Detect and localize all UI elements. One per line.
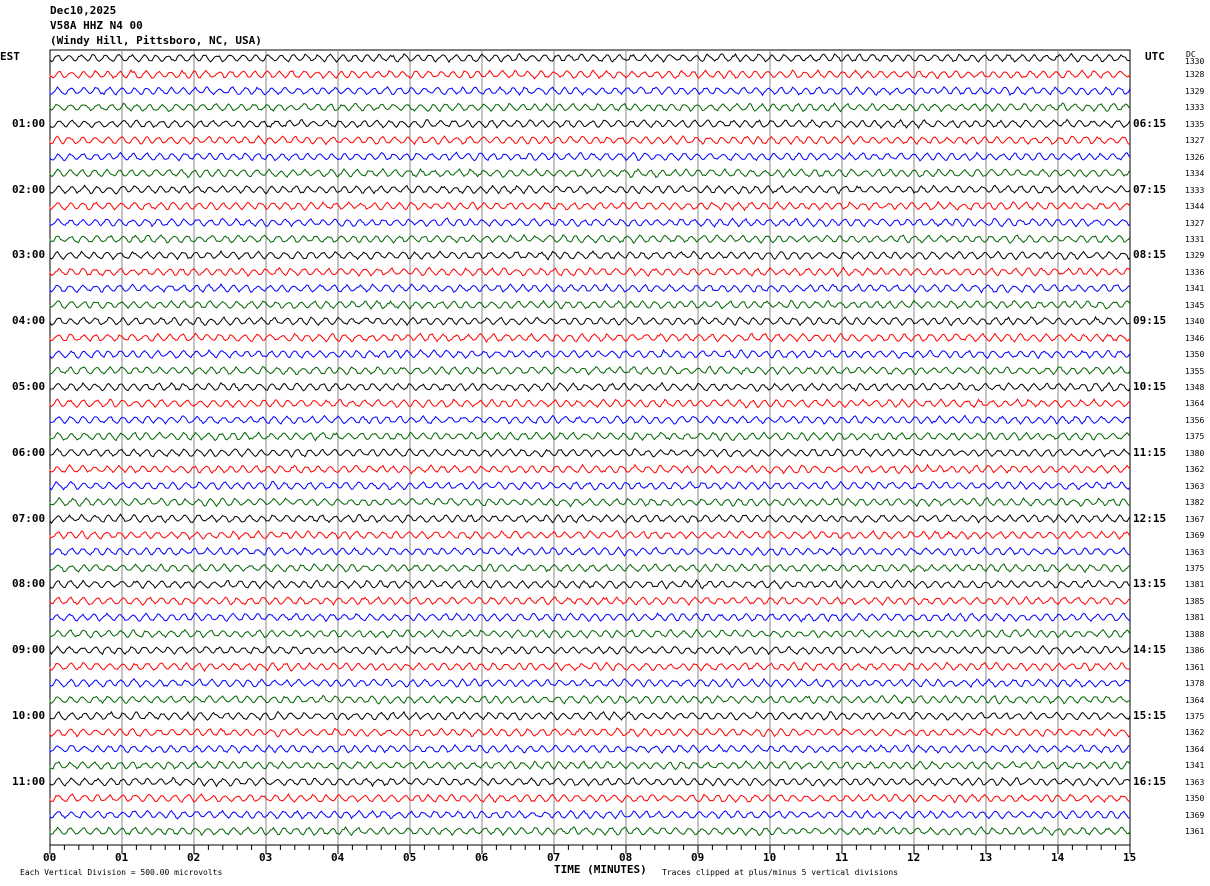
seismic-trace — [49, 381, 1131, 393]
seismic-trace — [49, 299, 1131, 310]
seismic-trace — [49, 69, 1131, 80]
seismic-trace — [49, 167, 1131, 179]
seismic-trace — [49, 283, 1131, 294]
seismic-trace — [49, 793, 1131, 804]
seismic-trace — [49, 151, 1131, 162]
seismic-trace — [49, 809, 1131, 820]
helicorder: Dec10,2025 V58A HHZ N4 00 (Windy Hill, P… — [0, 0, 1210, 886]
seismic-trace — [49, 365, 1131, 376]
seismogram-plot — [49, 49, 1131, 854]
seismic-trace — [49, 249, 1131, 261]
seismic-trace — [49, 760, 1131, 771]
seismic-trace — [49, 645, 1131, 656]
seismic-trace — [49, 348, 1131, 360]
seismic-trace — [49, 233, 1131, 245]
seismic-trace — [49, 447, 1131, 459]
seismic-trace — [49, 184, 1131, 195]
seismic-trace — [49, 200, 1131, 212]
seismic-trace — [49, 579, 1131, 590]
seismic-trace — [49, 496, 1131, 508]
seismic-trace — [49, 776, 1131, 788]
seismic-trace — [49, 529, 1131, 541]
plot-frame — [49, 49, 1131, 846]
seismic-trace — [49, 217, 1131, 228]
seismic-trace — [49, 52, 1131, 64]
seismic-trace — [49, 102, 1131, 113]
seismic-trace — [49, 431, 1131, 442]
seismic-trace — [49, 134, 1130, 146]
seismic-trace — [49, 266, 1131, 278]
seismic-trace — [49, 563, 1131, 574]
seismic-trace — [49, 315, 1131, 327]
clip-note: Traces clipped at plus/minus 5 vertical … — [662, 868, 899, 877]
seismic-trace — [49, 727, 1131, 738]
seismic-trace — [49, 546, 1131, 557]
seismic-trace — [49, 743, 1131, 754]
seismic-trace — [49, 826, 1131, 837]
seismic-trace — [49, 463, 1131, 475]
seismic-trace — [49, 118, 1131, 130]
seismic-trace — [49, 661, 1131, 672]
seismic-trace — [49, 677, 1131, 689]
seismic-trace — [49, 398, 1131, 409]
seismic-trace — [49, 710, 1131, 722]
seismic-trace — [49, 332, 1131, 344]
seismic-trace — [49, 612, 1131, 623]
x-axis-label: TIME (MINUTES) — [554, 863, 647, 876]
seismic-trace — [49, 480, 1131, 491]
seismic-trace — [49, 628, 1131, 639]
seismic-trace — [49, 414, 1131, 426]
seismic-trace — [49, 513, 1131, 524]
seismic-trace — [49, 595, 1131, 607]
seismic-trace — [49, 694, 1131, 705]
seismic-trace — [49, 85, 1131, 97]
scale-note: Each Vertical Division = 500.00 microvol… — [20, 868, 223, 877]
